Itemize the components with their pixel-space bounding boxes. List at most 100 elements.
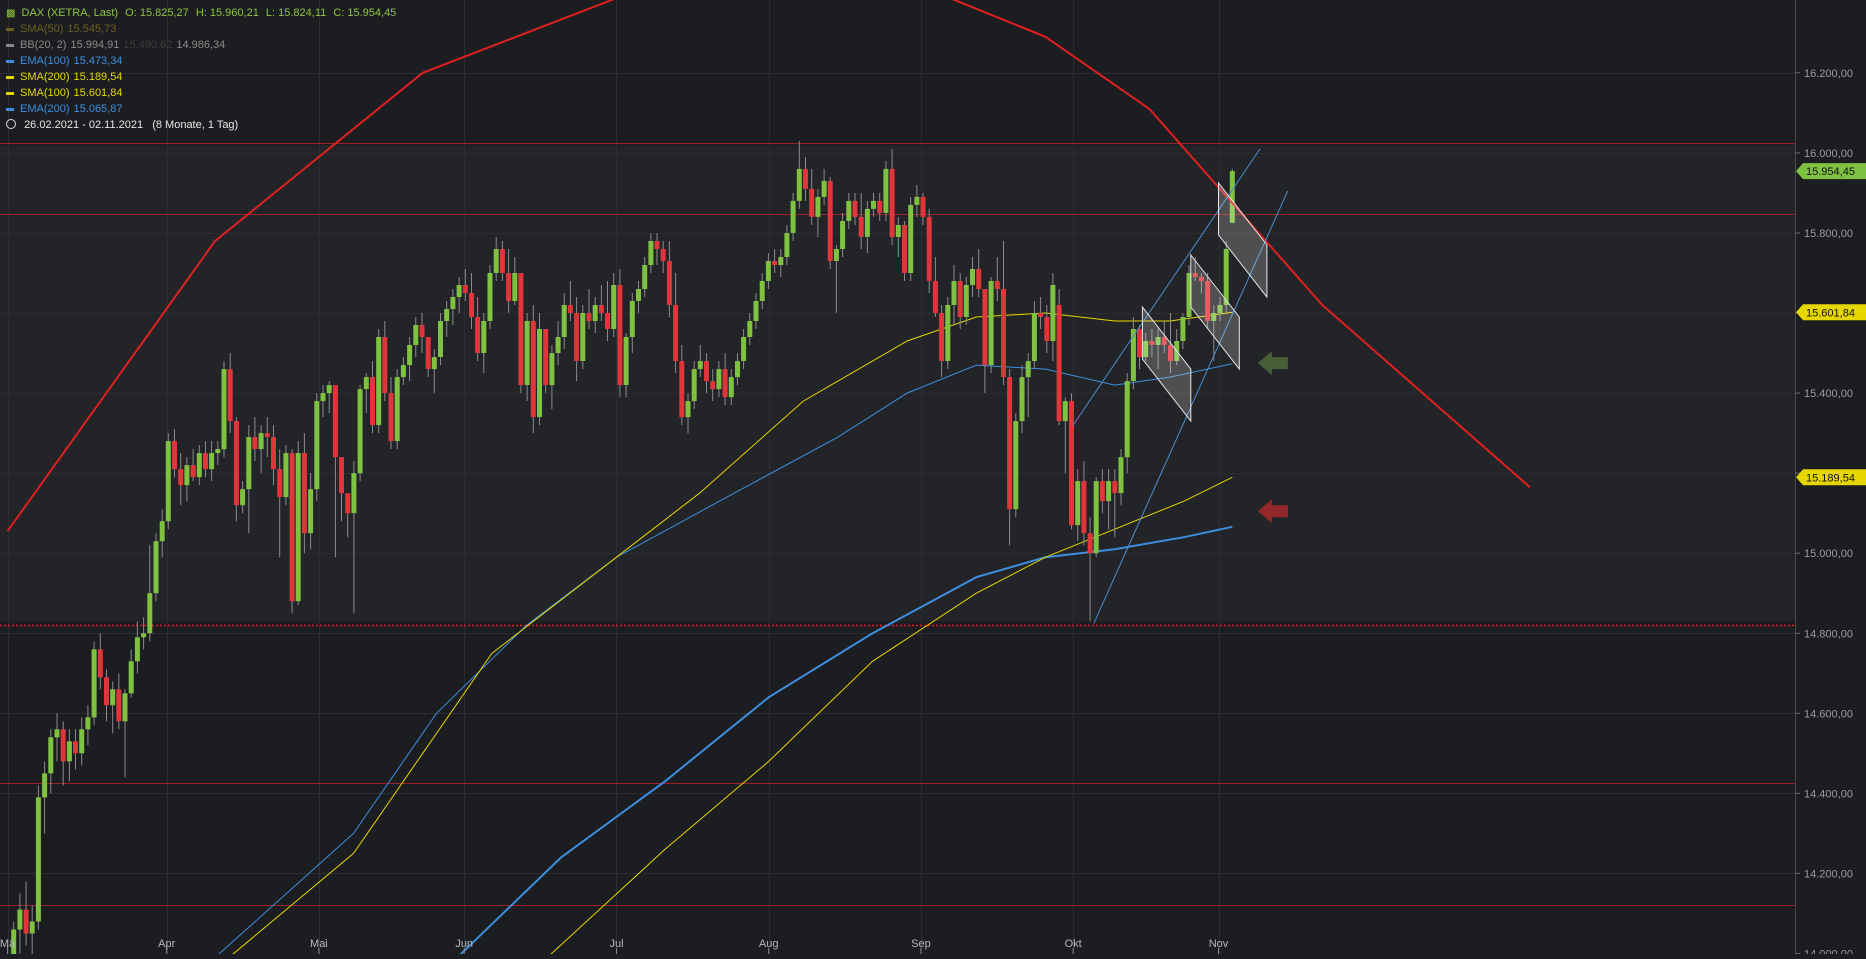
candle-down	[530, 321, 536, 418]
candle-up	[741, 337, 747, 361]
candle-up	[790, 200, 796, 233]
indicator-value: 15.994,91	[70, 39, 120, 51]
candle-up	[42, 773, 48, 798]
chart-stage[interactable]: 14.000,00 14.200,00 14.400,00 14.600,00 14.8…	[0, 0, 1866, 959]
candle-up	[1031, 313, 1037, 361]
candle-up	[456, 285, 462, 297]
candle-down	[710, 381, 716, 390]
legend-main[interactable]: ▩ DAX (XETRA, Last) O: 15.825,27 H: 15.9…	[6, 5, 400, 21]
candle-up	[648, 241, 654, 265]
candle-down	[1087, 533, 1093, 554]
candle-down	[252, 437, 258, 450]
candle-down	[877, 200, 883, 213]
x-tick-label: Apr	[158, 938, 175, 950]
candle-down	[116, 689, 122, 722]
indicator-color-swatch	[6, 59, 14, 63]
legend-indicator[interactable]: SMA(50) 15.545,73	[6, 21, 400, 37]
candle-up	[914, 196, 920, 205]
candle-down	[920, 196, 926, 217]
candle-down	[301, 453, 307, 534]
indicator-color-swatch	[6, 43, 14, 47]
legend-indicator[interactable]: BB(20, 2) 15.994,91 15.490,62 14.986,34	[6, 37, 400, 53]
candle-down	[1038, 313, 1044, 317]
candle-down	[1056, 305, 1062, 422]
candle-down	[97, 649, 103, 678]
candle-up	[642, 265, 648, 289]
candle-down	[104, 677, 109, 706]
candle-up	[376, 337, 382, 426]
indicator-value: 15.601,84	[73, 87, 123, 99]
candle-up	[1106, 481, 1112, 502]
y-tick-label: 16.200,00	[1804, 68, 1853, 80]
candle-down	[345, 493, 351, 514]
candle-down	[889, 168, 895, 237]
candle-down	[932, 281, 938, 313]
indicator-value: 15.189,54	[73, 71, 123, 83]
candle-up	[29, 921, 35, 934]
candle-up	[611, 285, 617, 329]
candle-up	[444, 309, 450, 321]
candle-up	[747, 321, 753, 337]
candle-down	[939, 313, 945, 361]
candle-up	[147, 593, 153, 634]
candle-up	[209, 453, 215, 470]
candle-up	[196, 453, 202, 478]
y-tick-label: 14.600,00	[1804, 708, 1853, 720]
candle-up	[134, 637, 140, 662]
high-value: H: 15.960,21	[195, 7, 259, 19]
candle-up	[697, 361, 703, 370]
candle-up	[629, 301, 635, 337]
x-tick-label: Sep	[911, 938, 931, 950]
indicator-color-swatch	[6, 107, 14, 111]
candle-down	[388, 393, 394, 442]
candle-up	[636, 289, 641, 301]
candle-down	[23, 909, 29, 934]
candle-up	[407, 345, 413, 365]
candle-up	[493, 249, 499, 273]
candle-up	[153, 541, 159, 594]
candle-down	[586, 313, 592, 321]
legend-indicator[interactable]: EMA(200) 15.065,87	[6, 101, 400, 117]
candle-up	[1075, 481, 1081, 526]
candle-up	[784, 233, 790, 257]
indicator-name: SMA(100)	[20, 87, 70, 99]
candle-down	[543, 329, 549, 385]
candle-up	[17, 909, 23, 930]
upper-shaded-zone	[0, 145, 1795, 621]
x-tick-label: Jul	[609, 938, 623, 950]
candle-down	[673, 305, 679, 361]
candle-down	[660, 249, 666, 261]
legend-indicator[interactable]: SMA(200) 15.189,54	[6, 69, 400, 85]
candle-up	[394, 377, 400, 442]
candle-up	[48, 737, 54, 774]
candle-up	[295, 453, 301, 602]
x-tick-label: Mai	[310, 938, 328, 950]
candle-up	[283, 453, 289, 498]
candle-down	[722, 369, 728, 398]
candle-up	[778, 257, 784, 265]
price-chart[interactable]: 14.000,00 14.200,00 14.400,00 14.600,00 14.8…	[0, 0, 1866, 959]
candle-up	[431, 357, 437, 370]
indicator-name: BB(20, 2)	[20, 39, 67, 51]
candle-up	[908, 204, 914, 273]
candle-up	[438, 321, 443, 357]
open-value: O: 15.825,27	[125, 7, 189, 19]
legend-indicator[interactable]: SMA(100) 15.601,84	[6, 85, 400, 101]
candle-up	[221, 369, 227, 450]
candle-up	[549, 353, 555, 386]
candle-up	[1223, 249, 1229, 305]
candle-down	[605, 313, 610, 329]
candle-down	[772, 261, 778, 265]
legend-indicator[interactable]: EMA(100) 15.473,34	[6, 53, 400, 69]
candle-up	[1093, 481, 1099, 554]
candle-up	[1118, 457, 1124, 494]
candle-down	[598, 305, 604, 313]
candle-up	[110, 689, 116, 706]
x-tick-label: Okt	[1065, 938, 1082, 950]
candle-down	[1069, 401, 1074, 526]
candle-down	[190, 465, 196, 478]
candle-up	[988, 281, 994, 366]
candle-up	[1013, 421, 1019, 510]
candle-up	[54, 729, 60, 738]
candle-up	[400, 365, 406, 378]
